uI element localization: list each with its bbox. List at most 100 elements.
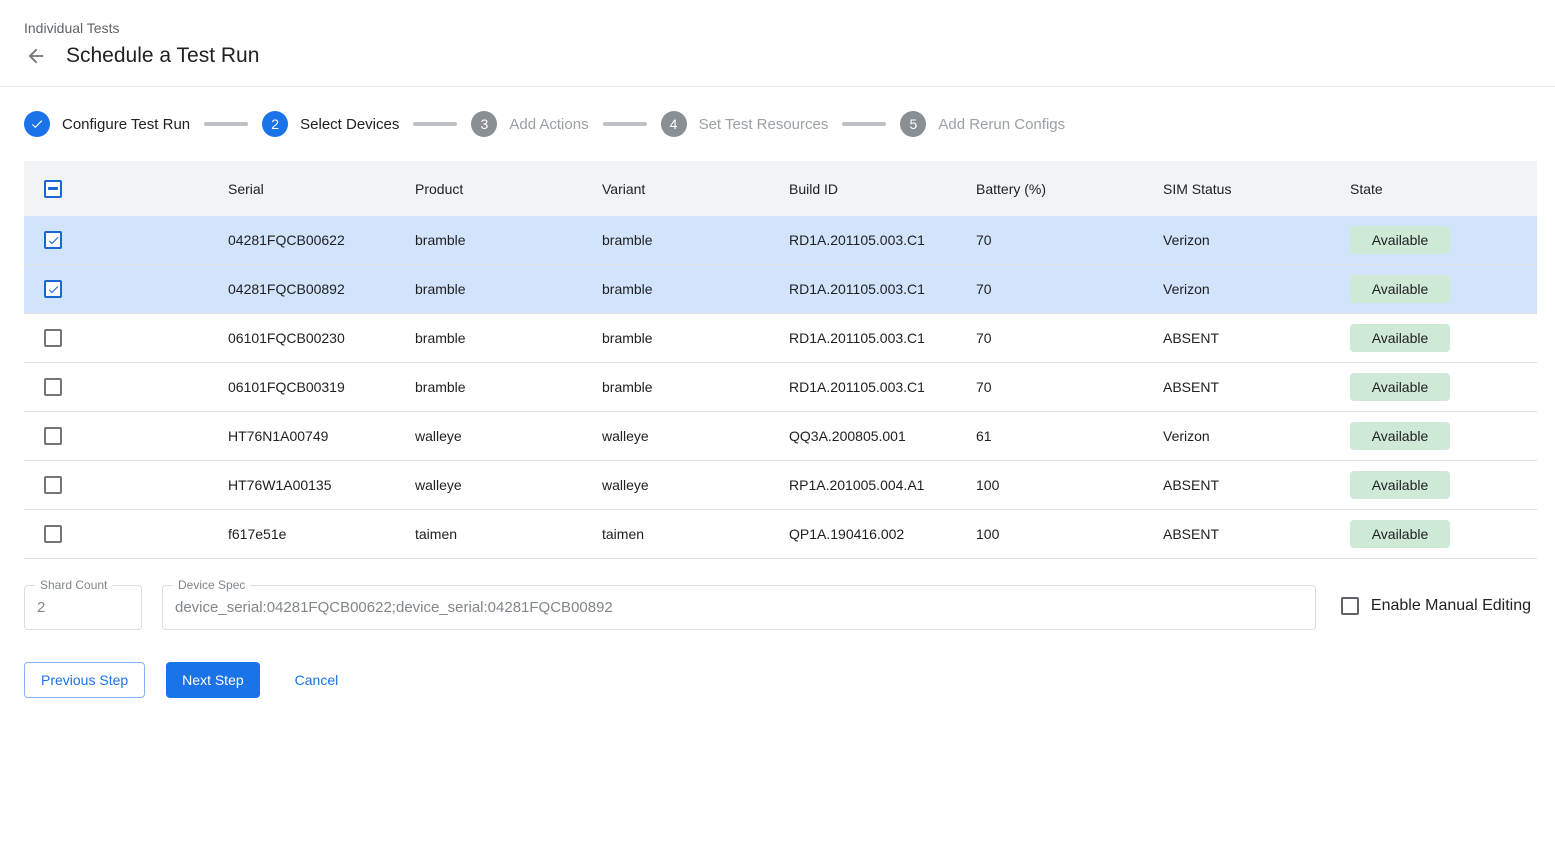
cell-serial: HT76W1A00135 — [228, 477, 415, 493]
step-add-actions[interactable]: 3 Add Actions — [471, 111, 588, 137]
row-checkbox[interactable] — [44, 525, 62, 543]
stepper-connector — [204, 122, 248, 126]
device-spec-value: device_serial:04281FQCB00622;device_seri… — [175, 599, 613, 616]
cell-battery: 70 — [976, 281, 1163, 297]
table-row[interactable]: 06101FQCB00230 bramble bramble RD1A.2011… — [24, 314, 1537, 363]
step-label: Select Devices — [300, 116, 399, 133]
page-title: Schedule a Test Run — [66, 44, 259, 68]
cell-variant: walleye — [602, 477, 789, 493]
next-step-button[interactable]: Next Step — [166, 662, 259, 698]
state-badge: Available — [1350, 471, 1450, 499]
action-buttons: Previous Step Next Step Cancel — [24, 662, 1531, 698]
state-badge: Available — [1350, 520, 1450, 548]
cell-sim-status: Verizon — [1163, 281, 1350, 297]
cell-product: bramble — [415, 281, 602, 297]
cell-battery: 70 — [976, 232, 1163, 248]
table-row[interactable]: f617e51e taimen taimen QP1A.190416.002 1… — [24, 510, 1537, 559]
page-header: Individual Tests Schedule a Test Run — [0, 0, 1555, 68]
cell-product: bramble — [415, 232, 602, 248]
step-number-icon: 2 — [262, 111, 288, 137]
cell-battery: 100 — [976, 477, 1163, 493]
cell-build-id: RD1A.201105.003.C1 — [789, 281, 976, 297]
row-checkbox[interactable] — [44, 427, 62, 445]
state-badge: Available — [1350, 422, 1450, 450]
table-row[interactable]: 06101FQCB00319 bramble bramble RD1A.2011… — [24, 363, 1537, 412]
cell-battery: 70 — [976, 330, 1163, 346]
cell-product: walleye — [415, 428, 602, 444]
column-header-variant: Variant — [602, 181, 789, 197]
device-spec-field[interactable]: Device Spec device_serial:04281FQCB00622… — [162, 585, 1316, 630]
step-label: Set Test Resources — [699, 116, 829, 133]
step-number-icon: 5 — [900, 111, 926, 137]
cell-serial: 06101FQCB00230 — [228, 330, 415, 346]
step-set-test-resources[interactable]: 4 Set Test Resources — [661, 111, 829, 137]
back-arrow-icon[interactable] — [24, 44, 48, 68]
row-checkbox[interactable] — [44, 231, 62, 249]
cell-build-id: QQ3A.200805.001 — [789, 428, 976, 444]
shard-count-label: Shard Count — [35, 578, 112, 592]
cell-sim-status: ABSENT — [1163, 379, 1350, 395]
column-header-serial: Serial — [228, 181, 415, 197]
cell-product: walleye — [415, 477, 602, 493]
enable-manual-editing[interactable]: Enable Manual Editing — [1341, 597, 1531, 615]
step-number-icon: 3 — [471, 111, 497, 137]
device-table: Serial Product Variant Build ID Battery … — [24, 161, 1537, 559]
cell-serial: 06101FQCB00319 — [228, 379, 415, 395]
cell-sim-status: Verizon — [1163, 428, 1350, 444]
cell-build-id: QP1A.190416.002 — [789, 526, 976, 542]
step-label: Configure Test Run — [62, 116, 190, 133]
cell-build-id: RD1A.201105.003.C1 — [789, 330, 976, 346]
shard-form: Shard Count 2 Device Spec device_serial:… — [24, 585, 1531, 630]
table-row[interactable]: 04281FQCB00892 bramble bramble RD1A.2011… — [24, 265, 1537, 314]
device-spec-label: Device Spec — [173, 578, 250, 592]
row-checkbox[interactable] — [44, 280, 62, 298]
cell-serial: HT76N1A00749 — [228, 428, 415, 444]
cell-serial: 04281FQCB00892 — [228, 281, 415, 297]
cell-variant: bramble — [602, 379, 789, 395]
step-select-devices[interactable]: 2 Select Devices — [262, 111, 399, 137]
cell-serial: f617e51e — [228, 526, 415, 542]
table-row[interactable]: HT76N1A00749 walleye walleye QQ3A.200805… — [24, 412, 1537, 461]
stepper-connector — [413, 122, 457, 126]
manual-editing-label: Enable Manual Editing — [1371, 597, 1531, 615]
cell-product: bramble — [415, 379, 602, 395]
table-row[interactable]: HT76W1A00135 walleye walleye RP1A.201005… — [24, 461, 1537, 510]
state-badge: Available — [1350, 226, 1450, 254]
cell-variant: walleye — [602, 428, 789, 444]
stepper: Configure Test Run 2 Select Devices 3 Ad… — [0, 87, 1555, 157]
row-checkbox[interactable] — [44, 378, 62, 396]
previous-step-button[interactable]: Previous Step — [24, 662, 145, 698]
row-checkbox[interactable] — [44, 476, 62, 494]
step-label: Add Rerun Configs — [938, 116, 1065, 133]
breadcrumb: Individual Tests — [24, 20, 1531, 36]
cell-product: taimen — [415, 526, 602, 542]
step-add-rerun-configs[interactable]: 5 Add Rerun Configs — [900, 111, 1065, 137]
cell-variant: bramble — [602, 330, 789, 346]
check-icon — [24, 111, 50, 137]
step-number-icon: 4 — [661, 111, 687, 137]
cell-variant: bramble — [602, 281, 789, 297]
column-header-battery: Battery (%) — [976, 181, 1163, 197]
select-all-checkbox[interactable] — [44, 180, 62, 198]
shard-count-field[interactable]: Shard Count 2 — [24, 585, 142, 630]
column-header-build-id: Build ID — [789, 181, 976, 197]
column-header-product: Product — [415, 181, 602, 197]
row-checkbox[interactable] — [44, 329, 62, 347]
state-badge: Available — [1350, 373, 1450, 401]
cell-sim-status: ABSENT — [1163, 330, 1350, 346]
step-configure-test-run[interactable]: Configure Test Run — [24, 111, 190, 137]
cell-battery: 70 — [976, 379, 1163, 395]
cell-sim-status: ABSENT — [1163, 477, 1350, 493]
cell-sim-status: Verizon — [1163, 232, 1350, 248]
cell-variant: taimen — [602, 526, 789, 542]
stepper-connector — [842, 122, 886, 126]
cell-sim-status: ABSENT — [1163, 526, 1350, 542]
cancel-button[interactable]: Cancel — [287, 662, 347, 698]
state-badge: Available — [1350, 324, 1450, 352]
shard-count-value: 2 — [37, 599, 45, 616]
column-header-sim-status: SIM Status — [1163, 181, 1350, 197]
table-row[interactable]: 04281FQCB00622 bramble bramble RD1A.2011… — [24, 216, 1537, 265]
cell-build-id: RD1A.201105.003.C1 — [789, 379, 976, 395]
cell-variant: bramble — [602, 232, 789, 248]
manual-editing-checkbox[interactable] — [1341, 597, 1359, 615]
